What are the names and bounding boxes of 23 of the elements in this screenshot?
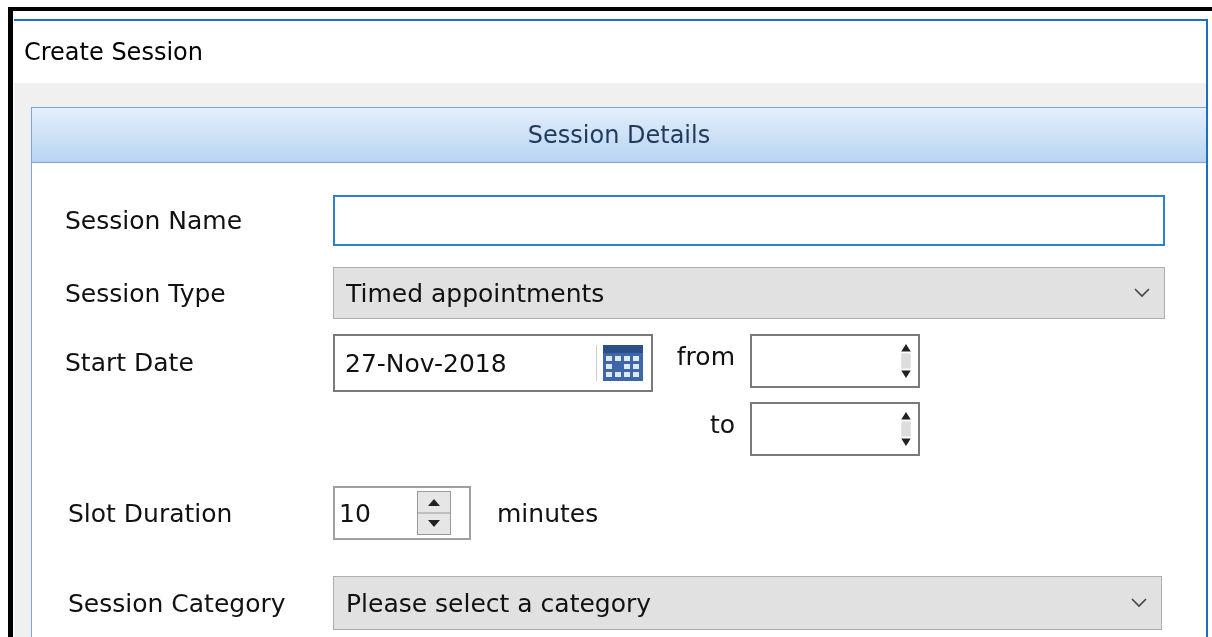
field-label: Session Category — [67, 588, 287, 618]
field-label: Start Date — [65, 347, 195, 377]
start-date-field[interactable]: 27-Nov-2018 — [333, 334, 653, 392]
from-time-spinner[interactable] — [750, 334, 920, 388]
calendar-icon[interactable] — [596, 345, 643, 381]
to-time-spinner[interactable] — [750, 402, 920, 456]
session-name-input[interactable] — [333, 195, 1165, 246]
field-label: Session Name — [65, 206, 244, 235]
chevron-down-icon — [1134, 288, 1150, 298]
up-down-buttons-icon[interactable] — [417, 491, 451, 535]
spinner-arrows-icon[interactable] — [900, 342, 912, 380]
window-title: Create Session — [24, 38, 203, 66]
spinner-arrows-icon[interactable] — [900, 410, 912, 448]
time-label: to — [708, 409, 736, 439]
session-type-dropdown[interactable]: Timed appointments — [333, 267, 1165, 319]
slot-duration-spinner[interactable]: 10 — [333, 486, 471, 540]
session-category-dropdown[interactable]: Please select a category — [333, 576, 1162, 630]
field-label: Slot Duration — [67, 498, 234, 528]
time-label: from — [675, 341, 736, 371]
chevron-down-icon — [1131, 598, 1147, 608]
unit-label: minutes — [497, 498, 599, 528]
field-label: Session Type — [65, 278, 227, 308]
panel-title: Session Details — [527, 121, 711, 149]
